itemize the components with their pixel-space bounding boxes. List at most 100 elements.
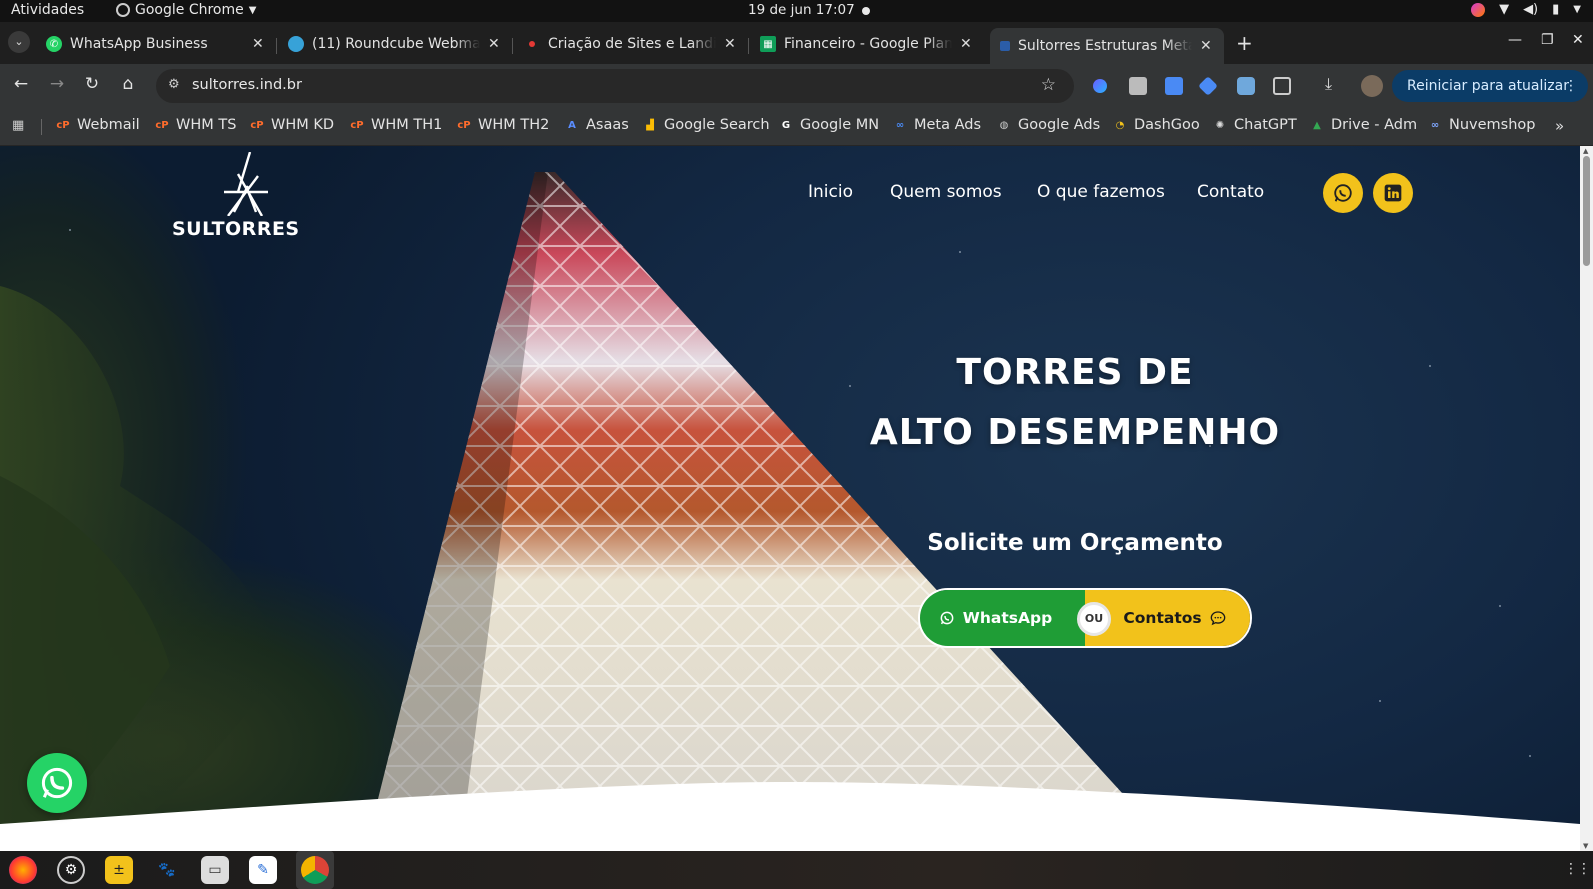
forward-button[interactable]: → — [45, 74, 69, 94]
extension-icon[interactable] — [1093, 79, 1107, 93]
system-top-bar: Atividades Google Chrome ▼ 19 de jun 17:… — [0, 0, 1593, 22]
settings-icon[interactable]: ⚙ — [57, 856, 85, 884]
logo-text: SULTORRES — [172, 218, 300, 240]
minimize-button[interactable]: — — [1508, 32, 1522, 48]
floating-whatsapp-button[interactable] — [27, 753, 87, 813]
nav-contato[interactable]: Contato — [1197, 182, 1264, 202]
close-icon[interactable]: ✕ — [252, 36, 266, 52]
bookmark-asaas[interactable]: A Asaas — [565, 117, 629, 133]
bookmark-drive-adm[interactable]: ▲ Drive - Adm — [1310, 117, 1417, 133]
firefox-icon[interactable] — [9, 856, 37, 884]
clock[interactable]: 19 de jun 17:07 — [748, 2, 855, 18]
page-scrollbar[interactable]: ▲ ▼ — [1580, 146, 1593, 851]
close-icon[interactable]: ✕ — [960, 36, 974, 52]
close-icon[interactable]: ✕ — [488, 36, 502, 52]
restart-update-button[interactable]: Reiniciar para atualizar ⋮ — [1392, 70, 1588, 102]
activities-button[interactable]: Atividades — [11, 2, 84, 18]
bookmark-whm-th2[interactable]: cP WHM TH2 — [457, 117, 549, 133]
avatar[interactable] — [1361, 75, 1383, 97]
tab-whatsapp[interactable]: ✆ WhatsApp Business ✕ — [36, 28, 276, 60]
address-bar[interactable]: ⚙ sultorres.ind.br ☆ — [156, 69, 1074, 103]
extensions-puzzle-icon[interactable] — [1273, 77, 1291, 95]
sultorres-logo-icon — [224, 152, 268, 216]
apps-grid-icon[interactable]: ▦ — [12, 118, 24, 133]
reload-button[interactable]: ↻ — [80, 74, 104, 94]
chevron-down-icon: ⌄ — [14, 35, 24, 48]
bookmark-nuvemshop[interactable]: ∞ Nuvemshop — [1428, 117, 1536, 133]
tab-separator — [276, 38, 277, 54]
nav-quem-somos[interactable]: Quem somos — [890, 182, 1002, 202]
scrollbar-thumb[interactable] — [1583, 156, 1590, 266]
tab-financeiro[interactable]: ▦ Financeiro - Google Planilhas ✕ — [750, 28, 984, 60]
nav-inicio[interactable]: Inicio — [808, 182, 853, 202]
bookmark-chatgpt[interactable]: ✺ ChatGPT — [1213, 117, 1297, 133]
new-tab-button[interactable]: + — [1236, 33, 1253, 53]
chevron-down-icon[interactable]: ▼ — [1573, 4, 1581, 15]
bookmark-star-icon[interactable]: ☆ — [1041, 75, 1056, 95]
bookmark-google-mn[interactable]: G Google MN — [779, 117, 879, 133]
cta-whatsapp-button[interactable]: WhatsApp — [920, 590, 1085, 646]
close-window-button[interactable]: ✕ — [1572, 32, 1584, 48]
color-picker-icon[interactable] — [1471, 2, 1486, 17]
bookmark-label: Drive - Adm — [1331, 117, 1418, 133]
battery-icon[interactable]: ▮ — [1552, 2, 1559, 17]
scroll-up-icon[interactable]: ▲ — [1583, 147, 1588, 155]
tab-sultorres[interactable]: Sultorres Estruturas Metálicas ✕ — [990, 28, 1224, 64]
bookmark-webmail[interactable]: cP Webmail — [56, 117, 140, 133]
nav-o-que-fazemos[interactable]: O que fazemos — [1037, 182, 1165, 202]
bookmark-label: Webmail — [77, 117, 140, 133]
maximize-button[interactable]: ❐ — [1541, 32, 1554, 48]
bookmark-whm-ts[interactable]: cP WHM TS — [155, 117, 236, 133]
bookmark-google-ads[interactable]: ◍ Google Ads — [997, 117, 1101, 133]
system-tray[interactable]: ▼ ◀) ▮ ▼ — [1471, 2, 1581, 17]
browser-toolbar: ← → ↻ ⌂ ⚙ sultorres.ind.br ☆ ⤓ Reiniciar… — [0, 64, 1593, 108]
gimp-icon[interactable]: 🐾 — [153, 856, 181, 884]
camera-icon[interactable] — [1129, 77, 1147, 95]
close-icon[interactable]: ✕ — [1200, 38, 1214, 54]
tab-title: Financeiro - Google Planilhas — [784, 36, 952, 52]
bookmark-whm-th1[interactable]: cP WHM TH1 — [350, 117, 442, 133]
restart-update-label: Reiniciar para atualizar — [1407, 78, 1569, 94]
bookmark-label: WHM KD — [271, 117, 335, 133]
close-icon[interactable]: ✕ — [724, 36, 738, 52]
url-text[interactable]: sultorres.ind.br — [192, 77, 302, 93]
bookmark-google-search[interactable]: ▟ Google Search — [643, 117, 769, 133]
site-info-icon[interactable]: ⚙ — [168, 77, 180, 92]
sultorres-icon — [1000, 41, 1010, 51]
text-editor-icon[interactable]: ✎ — [249, 856, 277, 884]
back-button[interactable]: ← — [9, 74, 33, 94]
bookmark-meta-ads[interactable]: ∞ Meta Ads — [893, 117, 981, 133]
sultorres-logo[interactable]: SULTORRES — [172, 152, 322, 240]
tab-criacao-sites[interactable]: Criação de Sites e Landing ✕ — [514, 28, 748, 60]
tab-search-button[interactable]: ⌄ — [8, 31, 30, 53]
tab-title: WhatsApp Business — [70, 36, 208, 52]
chevron-double-right-icon[interactable]: » — [1555, 117, 1564, 135]
app-menu[interactable]: Google Chrome ▼ — [116, 2, 256, 18]
calculator-icon[interactable]: ± — [105, 856, 133, 884]
cpanel-icon: cP — [350, 119, 364, 131]
roundcube-icon — [288, 36, 304, 52]
tab-roundcube[interactable]: (11) Roundcube Webmail ✕ — [278, 28, 512, 60]
cta-whatsapp-label: WhatsApp — [962, 609, 1053, 627]
download-icon[interactable]: ⤓ — [1325, 74, 1343, 93]
bookmark-dashgoo[interactable]: ◔ DashGoo — [1113, 117, 1200, 133]
home-button[interactable]: ⌂ — [116, 74, 140, 94]
chatgpt-icon: ✺ — [1215, 119, 1225, 131]
bookmark-label: WHM TS — [176, 117, 237, 133]
show-apps-grid-icon[interactable]: ⋮⋮⋮ — [1564, 861, 1593, 877]
screen-capture-icon[interactable] — [1237, 77, 1255, 95]
translate-icon[interactable] — [1165, 77, 1183, 95]
volume-icon[interactable]: ◀) — [1523, 2, 1538, 17]
scroll-down-icon[interactable]: ▼ — [1583, 842, 1588, 850]
tag-icon[interactable] — [1198, 76, 1218, 96]
chrome-icon[interactable] — [301, 856, 329, 884]
bookmark-whm-kd[interactable]: cP WHM KD — [250, 117, 334, 133]
hero-subtitle: Solicite um Orçamento — [927, 530, 1223, 556]
header-linkedin-button[interactable] — [1373, 173, 1413, 213]
search-console-icon: ▟ — [646, 119, 654, 131]
chat-bubble-icon — [1210, 611, 1225, 626]
files-icon[interactable]: ▭ — [201, 856, 229, 884]
cpanel-icon: cP — [457, 119, 471, 131]
wifi-icon[interactable]: ▼ — [1499, 2, 1509, 17]
header-whatsapp-button[interactable] — [1323, 173, 1363, 213]
